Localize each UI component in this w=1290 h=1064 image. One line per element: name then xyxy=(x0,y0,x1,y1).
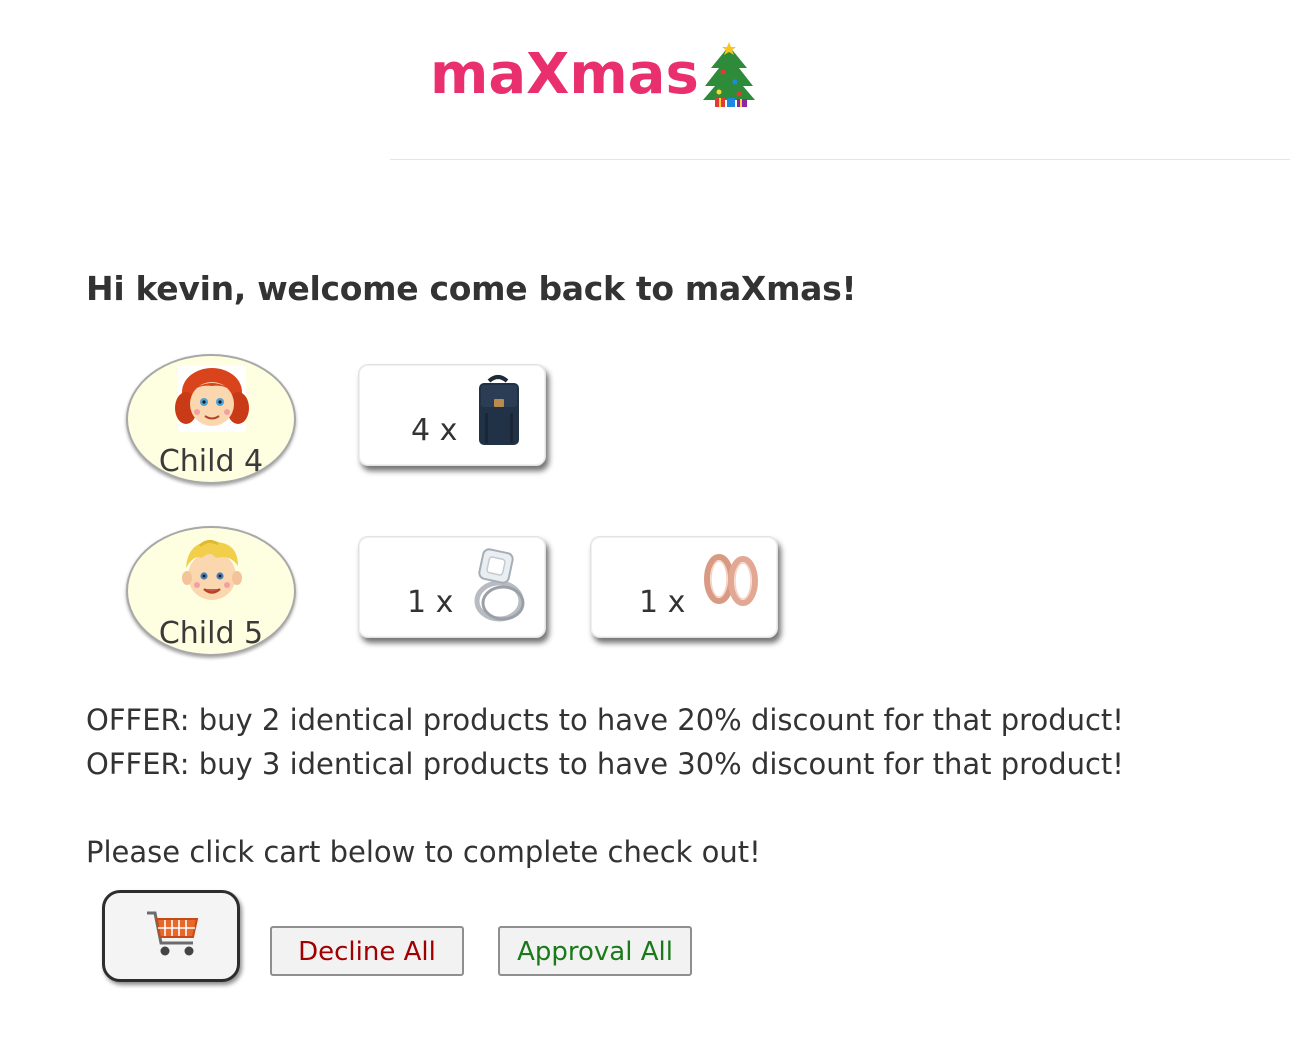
backpack-icon xyxy=(479,375,519,445)
rose-gold-rings-icon xyxy=(704,554,758,606)
welcome-heading: Hi kevin, welcome come back to maXmas! xyxy=(86,269,857,308)
cart-button[interactable] xyxy=(102,890,240,982)
gift-card[interactable]: 4 x xyxy=(358,364,546,466)
diamond-ring-icon xyxy=(474,548,525,622)
boy-face-icon xyxy=(182,539,242,600)
child-row: Child 4 4 x xyxy=(0,354,1290,484)
gift-card[interactable]: 1 x xyxy=(358,536,546,638)
gift-quantity: 4 x xyxy=(411,413,458,448)
offer-text: OFFER: buy 2 identical products to have … xyxy=(86,703,1124,737)
brand-logo: maXmas xyxy=(430,40,757,110)
offer-text: OFFER: buy 3 identical products to have … xyxy=(86,747,1124,781)
child-name: Child 5 xyxy=(158,616,264,651)
gift-quantity: 1 x xyxy=(407,585,454,620)
approval-all-button[interactable]: Approval All xyxy=(498,926,692,976)
brand-name: maXmas xyxy=(430,42,699,107)
shopping-cart-icon xyxy=(147,911,199,956)
child-avatar[interactable]: Child 5 xyxy=(126,526,296,656)
child-name: Child 4 xyxy=(158,444,264,479)
christmas-tree-icon xyxy=(702,42,755,107)
decline-all-button[interactable]: Decline All xyxy=(270,926,464,976)
girl-face-icon xyxy=(175,366,249,432)
checkout-prompt: Please click cart below to complete chec… xyxy=(86,835,761,869)
child-row: Child 5 1 x 1 x xyxy=(0,526,1290,656)
gift-card[interactable]: 1 x xyxy=(590,536,778,638)
gift-quantity: 1 x xyxy=(639,585,686,620)
header-divider xyxy=(390,159,1290,160)
child-avatar[interactable]: Child 4 xyxy=(126,354,296,484)
